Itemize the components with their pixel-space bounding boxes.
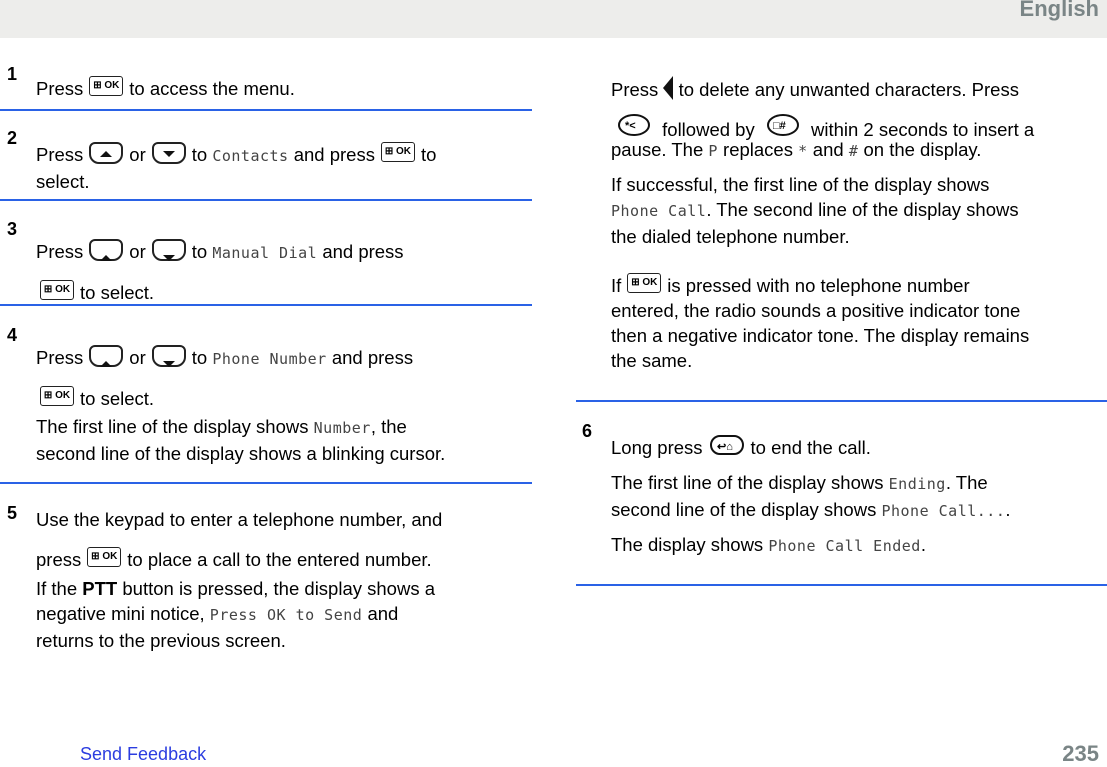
step-4-note: The first line of the display shows Numb… xyxy=(36,416,446,464)
ok-menu-key-icon: ⊞ OK xyxy=(87,547,122,568)
divider xyxy=(0,304,532,306)
up-arrow-key-icon xyxy=(89,345,124,368)
divider xyxy=(576,584,1107,586)
up-arrow-key-icon xyxy=(89,239,124,262)
step-number: 4 xyxy=(7,325,18,345)
svg-text:□#: □# xyxy=(773,120,786,132)
up-arrow-key-icon xyxy=(89,142,124,165)
step-1-text: Press ⊞ OK to access the menu. xyxy=(36,76,295,99)
step-3-text: Press or to Manual Dial and press ⊞ OK to se… xyxy=(36,239,404,303)
down-arrow-key-icon xyxy=(151,239,186,262)
header-bar: English xyxy=(0,0,1107,38)
ok-menu-key-icon: ⊞ OK xyxy=(380,142,415,163)
divider xyxy=(0,109,532,111)
divider xyxy=(576,400,1107,402)
step-number: 2 xyxy=(7,128,18,148)
step-4-text: Press or to Phone Number and press ⊞ OK to s… xyxy=(36,345,414,409)
step-5-note: If the PTT button is pressed, the displa… xyxy=(36,578,435,651)
svg-text:↩⌂: ↩⌂ xyxy=(717,441,733,453)
step-6-note-2: The display shows Phone Call Ended. xyxy=(611,534,926,555)
step-number: 5 xyxy=(7,503,18,523)
page-number: 235 xyxy=(1062,741,1099,766)
ok-menu-key-icon: ⊞ OK xyxy=(89,76,124,97)
divider xyxy=(0,199,532,201)
svg-text:*<: *< xyxy=(625,120,636,132)
divider xyxy=(0,482,532,484)
left-arrow-key-icon xyxy=(663,76,674,101)
step-6-text: Long press ↩⌂ to end the call. xyxy=(611,434,1101,464)
step-2-text: Press or to Contacts and press ⊞ OK to select… xyxy=(36,142,437,192)
step-number: 6 xyxy=(582,421,593,441)
ok-menu-key-icon: ⊞ OK xyxy=(40,280,74,301)
down-arrow-key-icon xyxy=(151,345,186,368)
step-number: 3 xyxy=(7,219,18,239)
no-number-note: If ⊞ OK is pressed with no telephone numbe… xyxy=(611,273,1030,371)
step-5-text: Use the keypad to enter a telephone numb… xyxy=(36,509,443,570)
back-home-key-icon: ↩⌂ xyxy=(709,434,745,464)
down-arrow-key-icon xyxy=(151,142,186,165)
success-note: If successful, the first line of the dis… xyxy=(611,174,1019,247)
pause-note: pause. The P replaces * and # on the dis… xyxy=(611,139,982,160)
step-number: 1 xyxy=(7,64,18,84)
language-label: English xyxy=(1019,0,1099,21)
ok-menu-key-icon: ⊞ OK xyxy=(40,386,74,407)
step-6-note-1: The first line of the display shows Endi… xyxy=(611,472,1011,520)
ok-menu-key-icon: ⊞ OK xyxy=(627,273,662,294)
